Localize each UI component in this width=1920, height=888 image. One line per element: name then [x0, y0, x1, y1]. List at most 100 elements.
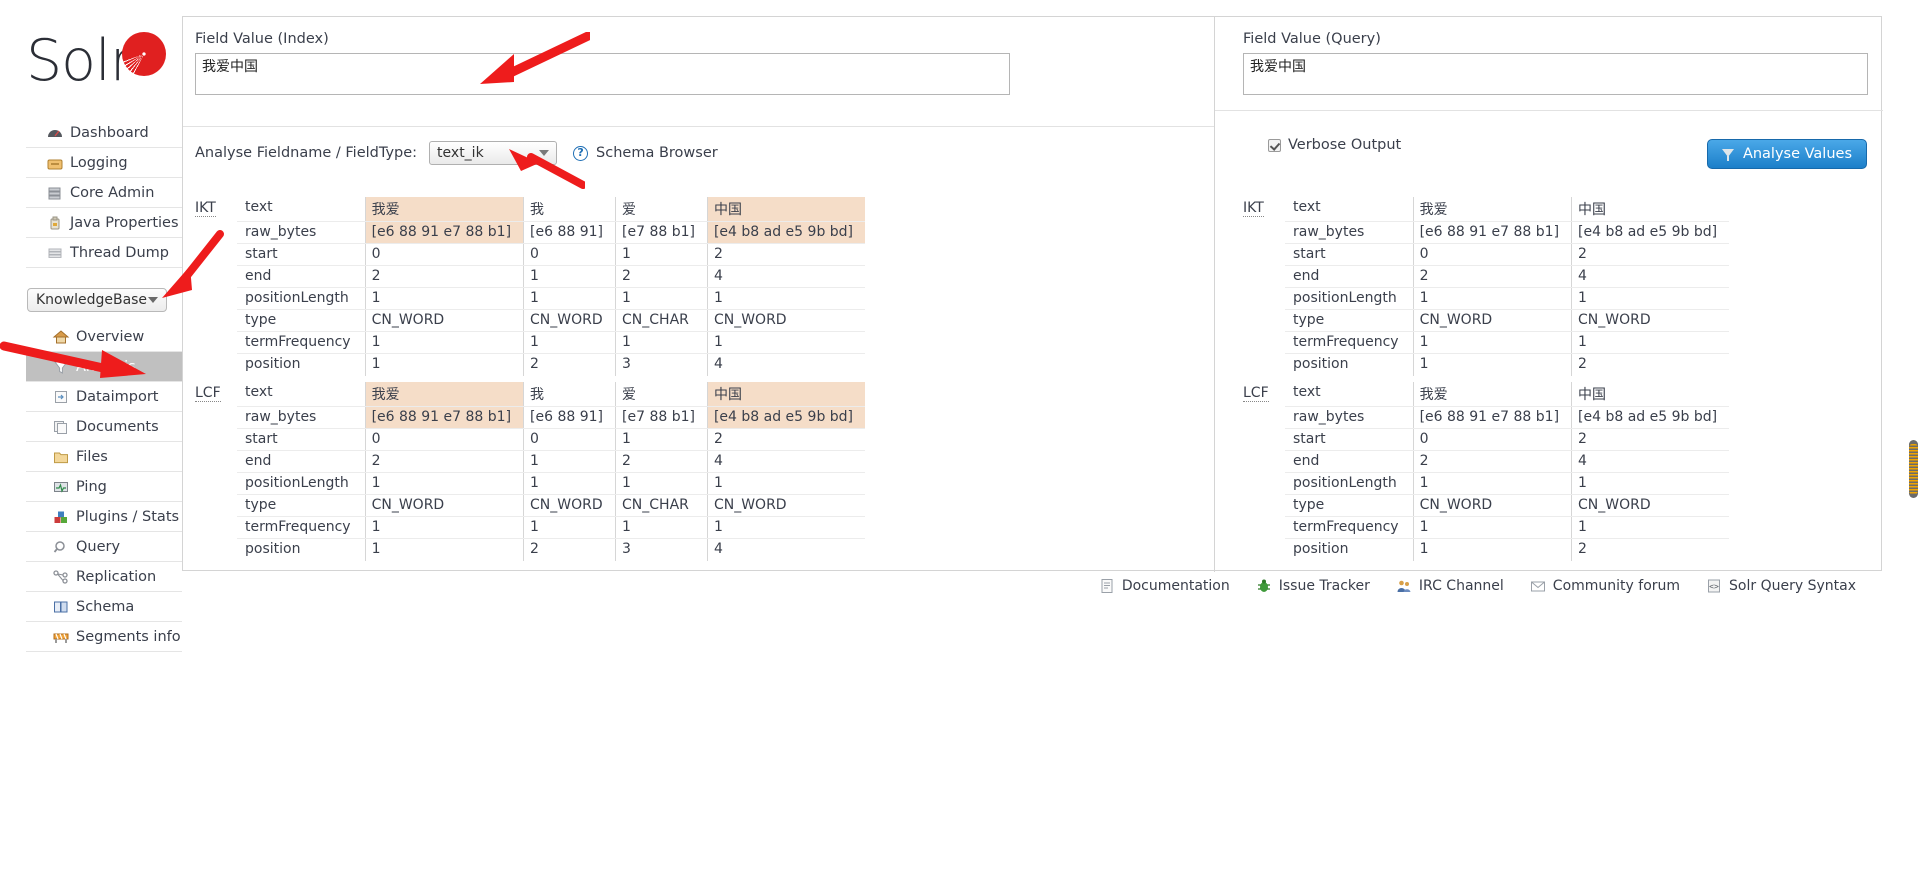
book-icon	[52, 599, 70, 615]
analysis-cell: 我爱	[1413, 197, 1573, 222]
sidebar-item-java-properties[interactable]: Java Properties	[26, 208, 182, 238]
page-scrollbar[interactable]	[1906, 0, 1920, 888]
analysis-cell: 1	[615, 287, 708, 310]
analyzer-tag[interactable]: IKT	[1243, 200, 1264, 217]
analysis-cell: 1	[1413, 331, 1573, 354]
sidebar-item-schema[interactable]: Schema	[26, 592, 182, 622]
core-admin-icon	[46, 185, 64, 201]
footer-link-community-forum[interactable]: Community forum	[1530, 578, 1680, 594]
analyzer-tag[interactable]: IKT	[195, 200, 216, 217]
analysis-row-header: positionLength	[237, 287, 366, 310]
chevron-down-icon	[148, 297, 158, 303]
analysis-row-header: type	[237, 494, 366, 517]
analysis-cell: CN_CHAR	[615, 309, 708, 332]
sidebar-top-nav: Dashboard Logging Core Admin Java Proper…	[26, 118, 182, 268]
analysis-row: raw_bytes [e6 88 91 e7 88 b1] [e4 b8 ad e5…	[1285, 221, 1730, 244]
analysis-cell: 1	[1413, 287, 1573, 310]
analysis-cell: 1	[707, 331, 866, 354]
analysis-row-header: raw_bytes	[1285, 221, 1414, 244]
analysis-row: raw_bytes [e6 88 91 e7 88 b1] [e6 88 91] [e…	[237, 221, 866, 244]
sidebar-item-logging[interactable]: Logging	[26, 148, 182, 178]
sidebar-item-query[interactable]: Query	[26, 532, 182, 562]
sidebar-item-dashboard[interactable]: Dashboard	[26, 118, 182, 148]
analysis-cell: 2	[615, 265, 708, 288]
sidebar-item-thread-dump[interactable]: Thread Dump	[26, 238, 182, 268]
sidebar-item-label: Thread Dump	[70, 244, 169, 261]
analyzer-tag[interactable]: LCF	[195, 385, 221, 402]
analysis-row-header: positionLength	[1285, 472, 1414, 495]
sidebar-item-replication[interactable]: Replication	[26, 562, 182, 592]
analysis-cell: [e4 b8 ad e5 9b bd]	[707, 406, 866, 429]
analysis-cell: 1	[615, 428, 708, 451]
analysis-cell: 1	[615, 331, 708, 354]
analysis-cell: 0	[365, 428, 525, 451]
analysis-cell: 我爱	[365, 197, 525, 222]
analyse-values-button[interactable]: Analyse Values	[1706, 139, 1867, 169]
analysis-cell: CN_WORD	[707, 309, 866, 332]
analysis-cell: CN_WORD	[1413, 309, 1573, 332]
analysis-cell: 2	[523, 538, 617, 561]
sidebar-item-files[interactable]: Files	[26, 442, 182, 472]
analysis-cell: [e6 88 91]	[523, 406, 617, 429]
sidebar-item-analysis[interactable]: Analysis	[26, 352, 182, 382]
footer-link-solr-query-syntax[interactable]: <> Solr Query Syntax	[1706, 578, 1856, 594]
sidebar-item-label: Replication	[76, 568, 157, 585]
analysis-row: termFrequency 1 1	[1285, 331, 1730, 354]
footer-link-documentation[interactable]: Documentation	[1099, 578, 1230, 594]
schema-browser-link[interactable]: Schema Browser	[596, 145, 718, 161]
analysis-cell: [e4 b8 ad e5 9b bd]	[707, 221, 866, 244]
sidebar-item-documents[interactable]: Documents	[26, 412, 182, 442]
sidebar-item-dataimport[interactable]: Dataimport	[26, 382, 182, 412]
analysis-cell: CN_WORD	[365, 309, 525, 332]
analysis-cell: CN_WORD	[523, 309, 617, 332]
analyse-fieldtype-row: Analyse Fieldname / FieldType: text_ik ?…	[195, 141, 718, 165]
analysis-cell: 1	[523, 265, 617, 288]
analysis-row-header: positionLength	[237, 472, 366, 495]
funnel-icon	[1721, 148, 1735, 161]
analysis-cell: [e6 88 91 e7 88 b1]	[1413, 221, 1573, 244]
analysis-row-header: end	[237, 450, 366, 473]
core-selector[interactable]: KnowledgeBase	[27, 288, 167, 312]
analysis-row-header: termFrequency	[237, 331, 366, 354]
analysis-cell: CN_WORD	[1571, 309, 1730, 332]
analysis-cell: 2	[1571, 428, 1730, 451]
query-field-form: Field Value (Query)	[1243, 31, 1868, 99]
index-field-value-input[interactable]	[195, 53, 1010, 95]
scrollbar-thumb[interactable]	[1909, 440, 1918, 498]
query-analysis-ikt-block: IKT text 我爱 中国 raw_bytes [e6 88 91 e7 88 b1]…	[1243, 197, 1730, 376]
sidebar-item-label: Analysis	[76, 358, 136, 375]
verbose-output-checkbox[interactable]	[1268, 138, 1281, 152]
analyzer-tag[interactable]: LCF	[1243, 385, 1269, 402]
footer-link-label: Solr Query Syntax	[1729, 578, 1856, 594]
solr-logo[interactable]: Solr	[26, 22, 166, 100]
sidebar-item-label: Java Properties	[70, 214, 179, 231]
analysis-cell: 1	[523, 472, 617, 495]
sidebar-item-core-admin[interactable]: Core Admin	[26, 178, 182, 208]
analysis-row: end 2 1 2 4	[237, 450, 866, 473]
footer-link-irc-channel[interactable]: IRC Channel	[1396, 578, 1504, 594]
question-mark-icon[interactable]: ?	[573, 145, 589, 161]
analysis-cell: 爱	[615, 197, 708, 222]
analysis-row: type CN_WORD CN_WORD CN_CHAR CN_WORD	[237, 309, 866, 332]
analysis-cell: 中国	[707, 197, 866, 222]
analysis-cell: 0	[523, 243, 617, 266]
verbose-output-row[interactable]: Verbose Output	[1268, 137, 1401, 153]
analysis-cell: 1	[615, 243, 708, 266]
query-field-value-input[interactable]	[1243, 53, 1868, 95]
sidebar-item-plugins-stats[interactable]: Plugins / Stats	[26, 502, 182, 532]
analysis-cell: CN_CHAR	[615, 494, 708, 517]
analysis-row-header: text	[1285, 382, 1414, 407]
fieldtype-select[interactable]: text_ik	[429, 141, 558, 165]
left-row-separator	[183, 126, 1214, 127]
query-analysis-lcf-block: LCF text 我爱 中国 raw_bytes [e6 88 91 e7 88 b1]…	[1243, 382, 1730, 561]
analysis-row-header: text	[1285, 197, 1414, 222]
analysis-cell: 2	[365, 450, 525, 473]
sidebar-item-ping[interactable]: Ping	[26, 472, 182, 502]
analysis-cell: 2	[1578, 356, 1587, 372]
analysis-cell: 1	[1571, 472, 1730, 495]
footer-link-issue-tracker[interactable]: Issue Tracker	[1256, 578, 1370, 594]
sidebar-item-overview[interactable]: Overview	[26, 322, 182, 352]
sidebar-item-label: Plugins / Stats	[76, 508, 180, 525]
sidebar-item-segments-info[interactable]: Segments info	[26, 622, 182, 652]
analysis-row-header: termFrequency	[1285, 516, 1414, 539]
